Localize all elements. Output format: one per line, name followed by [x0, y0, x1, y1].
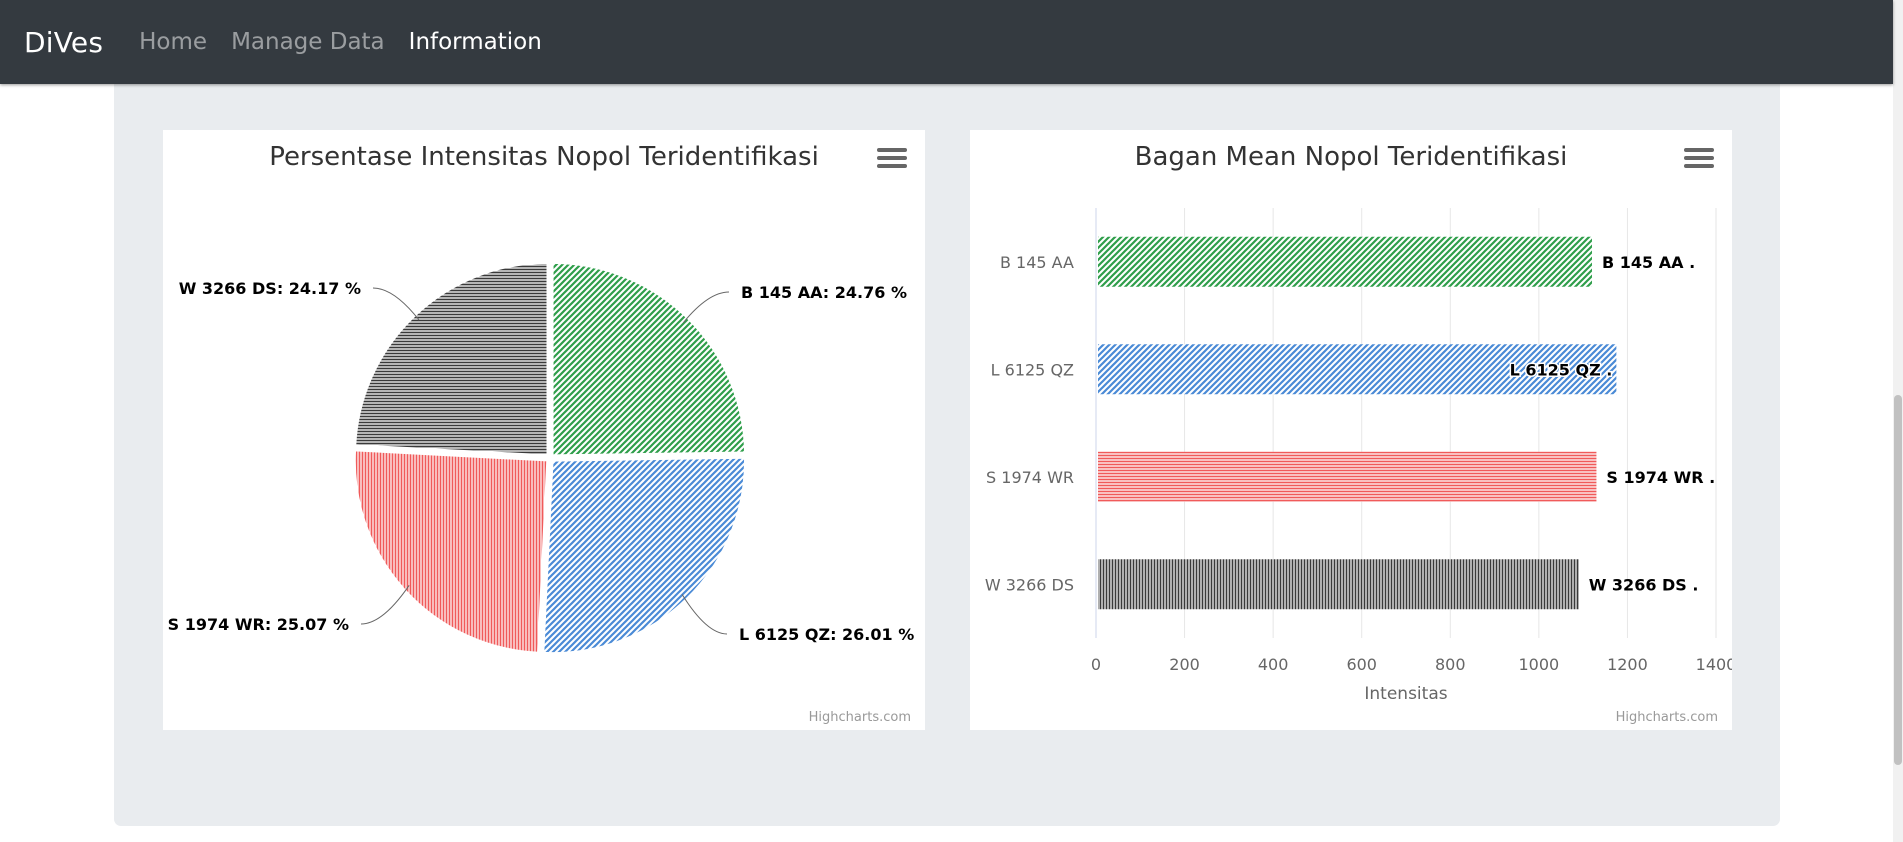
nav-manage-data[interactable]: Manage Data [231, 29, 385, 55]
pie-slice[interactable] [354, 262, 548, 456]
bar[interactable] [1098, 236, 1592, 287]
bar-category-label: W 3266 DS [985, 575, 1074, 594]
bar-category-label: B 145 AA [1000, 253, 1074, 272]
bar-chart-title: Bagan Mean Nopol Teridentifikasi [1134, 142, 1568, 172]
pie-connector [682, 291, 730, 323]
pie-data-label: B 145 AA: 24.76 % [741, 283, 907, 302]
pie-data-label: W 3266 DS: 24.17 % [179, 279, 361, 298]
bar-chart-menu-icon[interactable] [1684, 148, 1714, 174]
pie-data-label: S 1974 WR: 25.07 % [168, 615, 349, 634]
bar-data-label: S 1974 WR . [1606, 468, 1715, 487]
bar-axis-tick: 0 [1091, 655, 1101, 674]
nav-home[interactable]: Home [139, 29, 207, 55]
bar-data-label: B 145 AA . [1602, 253, 1695, 272]
pie-slice[interactable] [552, 262, 746, 456]
bar-axis-tick: 1000 [1518, 655, 1559, 674]
pie-slice[interactable] [542, 457, 746, 654]
bar-chart: 0 200 400 600 800 1000 1200 1400 Intensitas B 145… [985, 208, 1732, 704]
bar-axis-tick: 600 [1346, 655, 1377, 674]
bar-axis-tick: 800 [1435, 655, 1466, 674]
scrollbar-thumb[interactable] [1894, 395, 1902, 765]
pie-data-label: L 6125 QZ: 26.01 % [739, 625, 914, 644]
bar-axis-title: Intensitas [1364, 684, 1447, 704]
bar-category-label: L 6125 QZ [991, 360, 1074, 379]
pie-chart: B 145 AA: 24.76 % L 6125 QZ: 26.01 % S 197… [168, 262, 914, 654]
bar-data-label: L 6125 QZ . [1510, 360, 1613, 379]
bar-chart-credits[interactable]: Highcharts.com [1616, 710, 1718, 725]
bar-axis-tick: 1400 [1696, 655, 1732, 674]
pie-chart-credits[interactable]: Highcharts.com [809, 710, 911, 725]
bar[interactable] [1098, 559, 1579, 610]
pie-connector [360, 585, 410, 625]
pie-connector [372, 287, 420, 321]
page-scrollbar[interactable] [1893, 0, 1903, 842]
pie-chart-title: Persentase Intensitas Nopol Teridentifik… [269, 142, 819, 172]
bar-data-label: W 3266 DS . [1589, 575, 1699, 594]
pie-chart-menu-icon[interactable] [877, 148, 907, 174]
bar-chart-card: 0 200 400 600 800 1000 1200 1400 Intensitas B 145… [970, 130, 1732, 730]
bar-axis-tick: 200 [1169, 655, 1200, 674]
bar[interactable] [1098, 451, 1597, 502]
bar-axis-tick: 1200 [1607, 655, 1648, 674]
pie-chart-card: B 145 AA: 24.76 % L 6125 QZ: 26.01 % S 197… [163, 130, 925, 730]
brand-logo[interactable]: DiVes [24, 26, 103, 59]
pie-connector [681, 594, 728, 635]
bar-category-label: S 1974 WR [986, 468, 1074, 487]
bar-axis-tick: 400 [1258, 655, 1289, 674]
navbar: DiVes Home Manage Data Information [0, 0, 1893, 84]
nav-information[interactable]: Information [409, 29, 542, 55]
pie-slice[interactable] [354, 449, 548, 654]
